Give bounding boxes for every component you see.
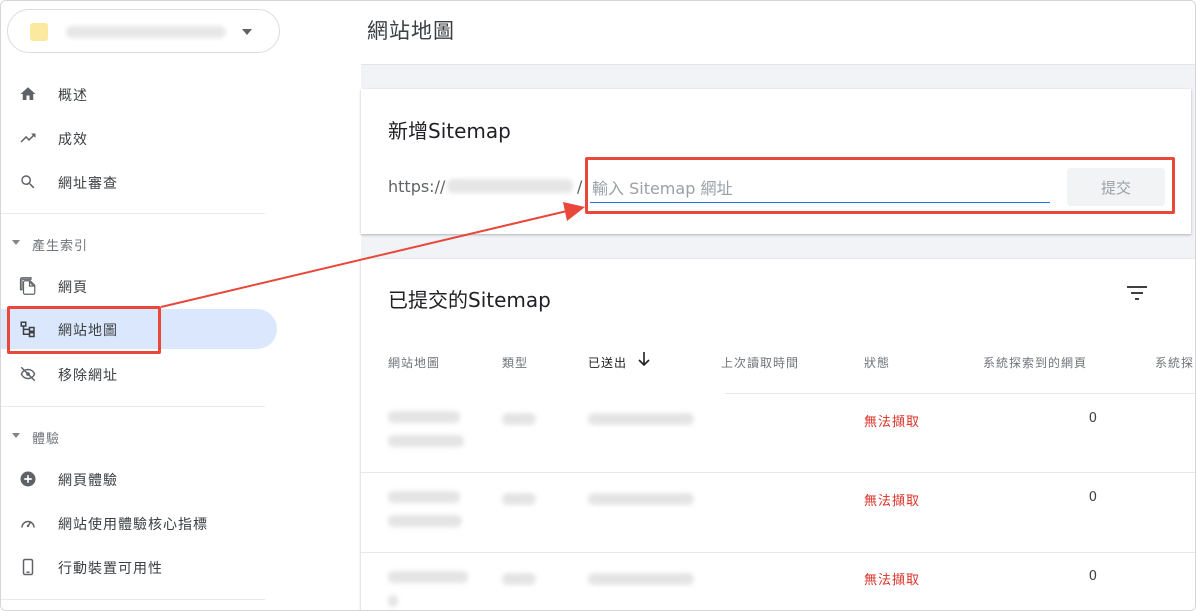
annotation-arrow-icon bbox=[160, 202, 585, 308]
app-window: 概述 成效 網址審查 產生索引 網頁 網站地圖 移除網址 體驗 網頁體驗 網站使… bbox=[0, 0, 1196, 611]
